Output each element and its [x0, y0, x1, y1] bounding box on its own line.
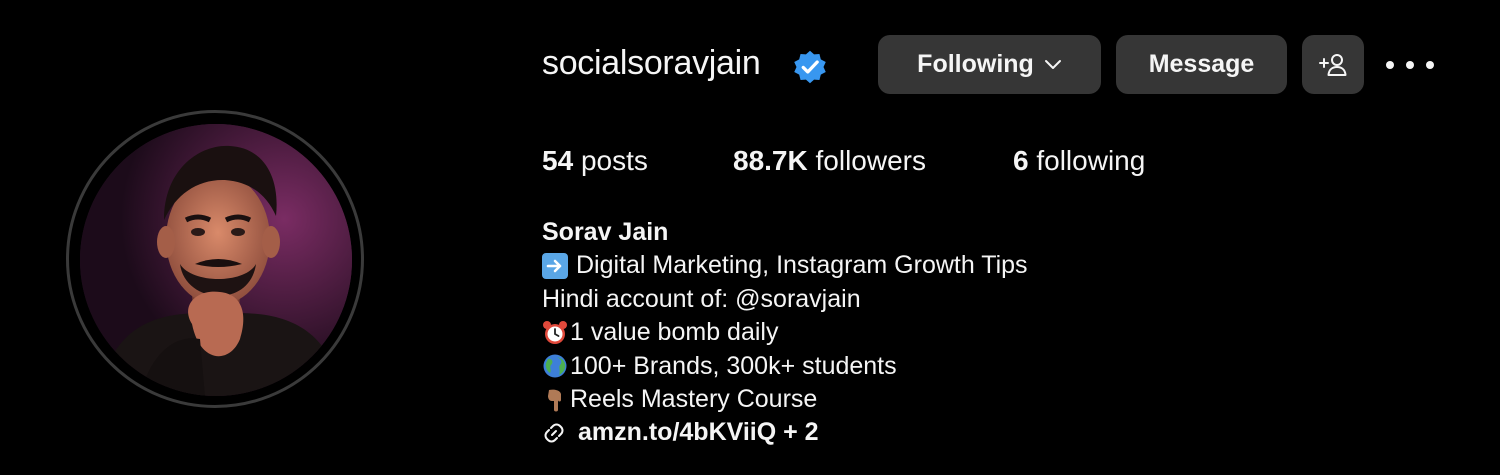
full-name: Sorav Jain: [542, 218, 669, 246]
alarm-clock-emoji: [543, 320, 567, 344]
link-icon: [544, 423, 564, 443]
verified-badge-icon: [794, 50, 826, 84]
following-button[interactable]: Following: [878, 35, 1101, 94]
globe-emoji: [543, 354, 567, 378]
avatar-image: [80, 124, 352, 396]
bio-line: 1 value bomb daily: [542, 316, 1028, 349]
bio: Sorav Jain Digital Marketing, Instagram …: [542, 216, 1028, 450]
following-button-label: Following: [917, 50, 1034, 78]
message-button[interactable]: Message: [1116, 35, 1287, 94]
suggested-users-button[interactable]: [1302, 35, 1364, 94]
following-link[interactable]: 6 following: [1013, 145, 1145, 177]
pointing-down-emoji: [548, 389, 561, 412]
bio-line: Hindi account of: @soravjain: [542, 284, 861, 313]
username: socialsoravjain: [542, 44, 761, 82]
person-plus-icon: [1319, 53, 1347, 76]
more-options-button[interactable]: [1386, 50, 1434, 80]
bio-line: 100+ Brands, 300k+ students: [542, 350, 1028, 383]
more-horizontal-icon: [1386, 61, 1394, 69]
chevron-down-icon: [1044, 59, 1061, 69]
posts-count: 54 posts: [542, 145, 648, 176]
avatar[interactable]: [80, 124, 352, 396]
bio-line: Reels Mastery Course: [542, 383, 1028, 416]
followers-link[interactable]: 88.7K followers: [733, 145, 926, 177]
bio-line: Digital Marketing, Instagram Growth Tips: [542, 249, 1028, 282]
external-link[interactable]: amzn.to/4bKViiQ + 2: [542, 416, 1028, 449]
profile-page: socialsoravjain Following Message 54 pos…: [0, 0, 1500, 475]
message-button-label: Message: [1148, 50, 1255, 78]
right-arrow-emoji: [542, 253, 568, 280]
